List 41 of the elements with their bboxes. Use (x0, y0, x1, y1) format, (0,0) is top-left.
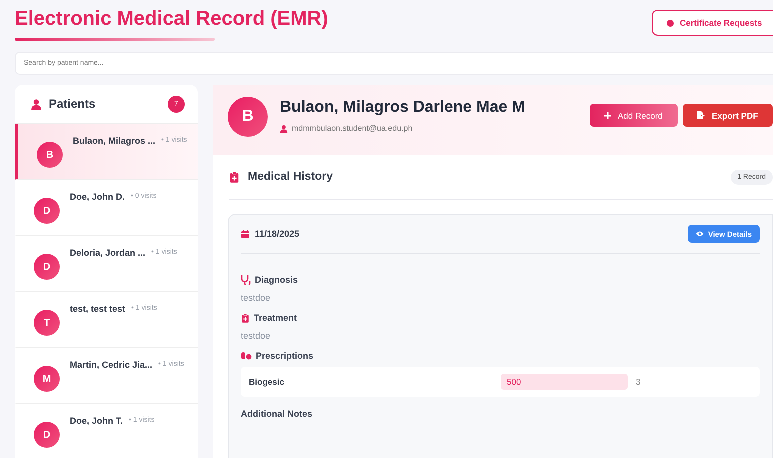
patient-avatar: D (34, 198, 60, 224)
stethoscope-icon (241, 274, 251, 285)
patient-email: mdmmbulaon.student@ua.edu.ph (292, 124, 413, 133)
add-record-button[interactable]: Add Record (590, 104, 678, 127)
additional-notes-label: Additional Notes (241, 409, 312, 419)
patient-avatar: D (34, 422, 60, 448)
eye-icon (696, 231, 704, 237)
patient-avatar: D (34, 254, 60, 280)
treatment-text: testdoe (241, 331, 272, 341)
diagnosis-text: testdoe (241, 293, 272, 303)
export-pdf-button[interactable]: Export PDF (683, 104, 773, 127)
patient-name: Bulaon, Milagros ... (73, 136, 156, 146)
patient-avatar: B (37, 142, 63, 168)
patient-avatar: M (34, 366, 60, 392)
clipboard-plus-icon (241, 314, 250, 322)
user-icon (31, 98, 42, 110)
quantity-value: 3 (636, 377, 641, 387)
plus-icon (604, 112, 612, 120)
diagnosis-label: Diagnosis (255, 274, 298, 284)
patient-name: Bulaon, Milagros Darlene Mae M (280, 99, 526, 117)
patient-name: Doe, John D. (70, 192, 126, 202)
medical-history-heading: Medical History (248, 171, 334, 183)
patient-avatar: T (34, 310, 60, 336)
clipboard-plus-icon (229, 172, 240, 182)
patient-name: test, test test (70, 304, 126, 314)
user-icon (280, 124, 288, 132)
patients-heading: Patients (49, 97, 97, 111)
pills-icon (241, 352, 252, 360)
treatment-label: Treatment (254, 313, 298, 323)
certificate-requests-button[interactable]: Certificate Requests (652, 10, 773, 36)
patient-name: Doe, John T. (70, 416, 124, 426)
patient-name: Deloria, Jordan ... (70, 248, 146, 258)
file-export-icon (697, 111, 706, 120)
drug-name: Biogesic (249, 377, 286, 387)
calendar-icon (241, 230, 250, 238)
patient-avatar: B (228, 97, 268, 137)
page-title: Electronic Medical Record (EMR) (15, 8, 328, 31)
patient-name: Martin, Cedric Jia... (70, 360, 153, 370)
dose-value: 500 (501, 374, 628, 390)
prescriptions-label: Prescriptions (256, 351, 314, 361)
record-date: 11/18/2025 (255, 229, 301, 239)
